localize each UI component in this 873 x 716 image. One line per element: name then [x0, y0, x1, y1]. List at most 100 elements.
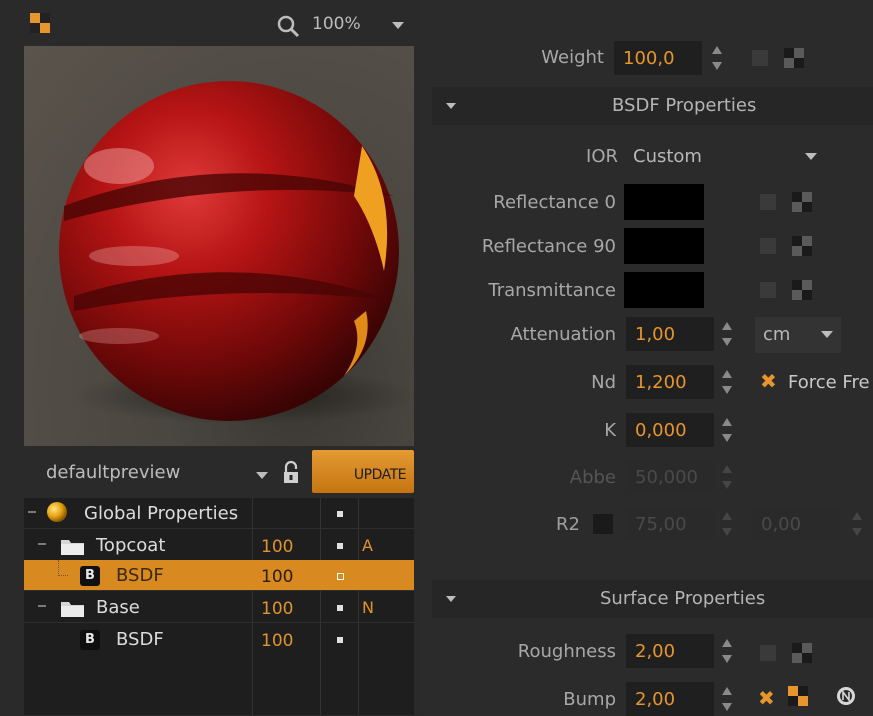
- transmittance-swatch[interactable]: [624, 272, 704, 308]
- tree-row-topcoat[interactable]: Topcoat 100 A: [24, 530, 414, 561]
- app-logo-icon: [30, 13, 50, 33]
- zoom-value[interactable]: 100%: [312, 14, 361, 34]
- section-title: BSDF Properties: [612, 95, 757, 116]
- attenuation-value: 1,00: [635, 324, 676, 345]
- visibility-toggle[interactable]: [337, 511, 343, 517]
- tree-row-base-bsdf[interactable]: B BSDF 100: [24, 624, 414, 654]
- tree-row-topcoat-bsdf[interactable]: B BSDF 100: [24, 560, 414, 591]
- texture-slot[interactable]: [760, 282, 776, 298]
- tree-row-weight[interactable]: 100: [261, 631, 293, 651]
- weight-value: 100,0: [623, 48, 675, 69]
- chevron-down-icon: [821, 331, 833, 338]
- reflectance90-swatch[interactable]: [624, 228, 704, 264]
- visibility-toggle[interactable]: [337, 543, 343, 549]
- attenuation-field[interactable]: 1,00: [626, 317, 714, 351]
- tree-row-label: Base: [96, 597, 140, 618]
- texture-checker-icon[interactable]: [792, 236, 812, 256]
- collapse-icon[interactable]: [38, 543, 46, 545]
- texture-slot[interactable]: [760, 645, 776, 661]
- k-value: 0,000: [635, 420, 687, 441]
- abbe-value: 50,000: [635, 467, 698, 488]
- tree-connector: [58, 560, 60, 576]
- r2-value-2: 0,00: [761, 514, 802, 535]
- bump-label: Bump: [563, 689, 616, 710]
- nd-value: 1,200: [635, 372, 687, 393]
- r2-stepper-2: [852, 509, 864, 539]
- texture-checker-icon[interactable]: [792, 643, 812, 663]
- texture-checker-icon[interactable]: [792, 192, 812, 212]
- attenuation-unit-select[interactable]: cm: [755, 317, 841, 353]
- force-label: Force Fre: [788, 372, 870, 393]
- bump-stepper[interactable]: [722, 684, 734, 714]
- tree-row-weight[interactable]: 100: [261, 567, 293, 587]
- visibility-toggle[interactable]: [337, 605, 343, 611]
- bump-field[interactable]: 2,00: [626, 682, 714, 716]
- tree-row-label: Topcoat: [96, 535, 166, 556]
- collapse-icon: [446, 103, 456, 109]
- k-field[interactable]: 0,000: [626, 413, 714, 447]
- visibility-toggle[interactable]: [337, 573, 344, 580]
- preview-preset-select[interactable]: defaultpreview: [34, 456, 274, 492]
- visibility-toggle[interactable]: [337, 637, 343, 643]
- nd-stepper[interactable]: [722, 367, 734, 397]
- roughness-label: Roughness: [517, 641, 616, 662]
- sphere-icon: [47, 502, 67, 522]
- chevron-down-icon: [256, 472, 268, 479]
- zoom-icon[interactable]: [276, 14, 300, 38]
- nd-label: Nd: [591, 372, 616, 393]
- r2-field-2: 0,00: [752, 507, 840, 541]
- remove-texture-icon[interactable]: ✖: [758, 686, 775, 710]
- weight-stepper[interactable]: [712, 43, 724, 73]
- tree-row-global-properties[interactable]: Global Properties: [24, 498, 414, 529]
- tree-row-base[interactable]: Base 100 N: [24, 592, 414, 623]
- texture-checker-icon[interactable]: [792, 280, 812, 300]
- weight-field[interactable]: 100,0: [614, 41, 702, 75]
- tree-row-weight[interactable]: 100: [261, 537, 293, 557]
- r2-stepper-1: [722, 509, 734, 539]
- bump-value: 2,00: [635, 689, 676, 710]
- section-title: Surface Properties: [600, 588, 766, 609]
- collapse-icon[interactable]: [28, 511, 36, 513]
- ior-value: Custom: [633, 146, 702, 167]
- tree-row-weight[interactable]: 100: [261, 599, 293, 619]
- texture-slot[interactable]: [752, 50, 768, 66]
- texture-slot[interactable]: [760, 194, 776, 210]
- update-button-label: UPDATE: [353, 467, 407, 483]
- k-stepper[interactable]: [722, 415, 734, 445]
- folder-icon: [61, 602, 84, 617]
- r2-label: R2: [556, 514, 580, 535]
- tree-row-label: BSDF: [116, 629, 164, 650]
- collapse-icon[interactable]: [38, 605, 46, 607]
- lock-icon[interactable]: [282, 460, 300, 486]
- tree-row-flag: N: [362, 598, 374, 617]
- nd-field[interactable]: 1,200: [626, 365, 714, 399]
- r2-checkbox[interactable]: [593, 514, 613, 534]
- k-label: K: [604, 420, 616, 441]
- bsdf-properties-header[interactable]: BSDF Properties: [432, 87, 873, 125]
- ior-label: IOR: [586, 146, 618, 167]
- texture-slot[interactable]: [760, 238, 776, 254]
- weight-label: Weight: [541, 47, 604, 68]
- transmittance-label: Transmittance: [488, 280, 616, 301]
- checkbox-checked-icon[interactable]: ✖: [760, 369, 777, 393]
- ior-select[interactable]: Custom: [625, 139, 825, 175]
- layer-tree: Global Properties Topcoat 100 A B BSDF 1…: [24, 498, 414, 715]
- preview-sphere-image: [59, 81, 414, 424]
- tree-connector: [58, 575, 68, 577]
- reflectance0-swatch[interactable]: [624, 184, 704, 220]
- chevron-down-icon: [805, 153, 817, 160]
- material-preview[interactable]: [24, 46, 414, 446]
- surface-properties-header[interactable]: Surface Properties: [432, 580, 873, 618]
- roughness-field[interactable]: 2,00: [626, 634, 714, 668]
- zoom-dropdown-icon[interactable]: [392, 22, 404, 29]
- normal-map-icon[interactable]: [836, 686, 856, 706]
- abbe-stepper: [722, 462, 734, 492]
- texture-checker-icon[interactable]: [788, 686, 808, 706]
- attenuation-unit-value: cm: [763, 324, 791, 345]
- update-button[interactable]: UPDATE: [312, 450, 414, 493]
- roughness-value: 2,00: [635, 641, 676, 662]
- texture-checker-icon[interactable]: [784, 48, 804, 68]
- roughness-stepper[interactable]: [722, 636, 734, 666]
- bsdf-icon: B: [80, 630, 100, 650]
- attenuation-stepper[interactable]: [722, 319, 734, 349]
